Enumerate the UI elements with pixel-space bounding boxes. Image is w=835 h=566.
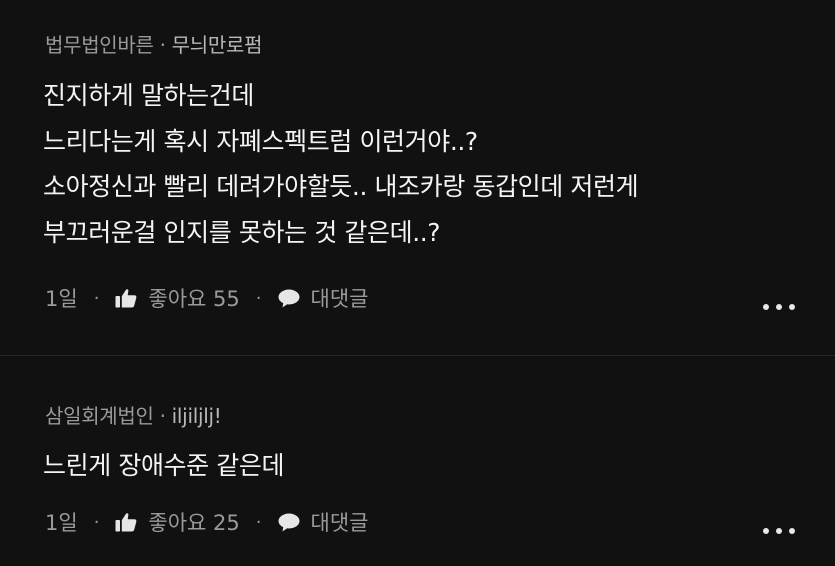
like-count: 좋아요 25 (148, 511, 240, 535)
like-button[interactable]: 좋아요 25 (115, 507, 240, 537)
thumbs-up-icon (115, 513, 137, 532)
meta-separator: · (255, 511, 262, 533)
comment-line: 느린게 장애수준 같은데 (43, 451, 285, 480)
comment-author[interactable]: 법무법인바른 · 무늬만로펌 (45, 29, 262, 58)
comment-time: 1일 (45, 511, 78, 535)
like-button[interactable]: 좋아요 55 (115, 283, 240, 313)
more-dot (776, 528, 782, 534)
comment-body: 느린게 장애수준 같은데 (43, 443, 285, 489)
comment-item: 법무법인바른 · 무늬만로펌 진지하게 말하는건데 느리다는게 혹시 자폐스펙트럼 … (0, 0, 835, 355)
comment-body: 진지하게 말하는건데 느리다는게 혹시 자폐스펙트럼 이런거야..? 소아정신과… (43, 73, 639, 255)
comment-meta: 1일 · 좋아요 25 · 대댓글 (45, 507, 368, 537)
more-dot (789, 528, 795, 534)
like-count: 좋아요 55 (148, 287, 240, 311)
comment-time: 1일 (45, 287, 78, 311)
more-dot (763, 528, 769, 534)
comment-line: 진지하게 말하는건데 (43, 81, 254, 110)
author-nickname[interactable]: 무늬만로펌 (172, 33, 263, 57)
comment-meta: 1일 · 좋아요 55 · 대댓글 (45, 283, 368, 313)
reply-label: 대댓글 (310, 511, 369, 535)
author-separator: · (159, 404, 166, 428)
author-separator: · (159, 33, 166, 57)
author-company: 삼일회계법인 (45, 404, 154, 428)
author-nickname[interactable]: iljiljlj! (172, 404, 222, 428)
reply-label: 대댓글 (310, 287, 369, 311)
comment-line: 부끄러운걸 인지를 못하는 것 같은데..? (43, 217, 441, 247)
more-dot (789, 304, 795, 310)
comment-item: 삼일회계법인 · iljiljlj! 느린게 장애수준 같은데 1일 · 좋아요 2… (0, 356, 835, 566)
more-options-button[interactable] (763, 523, 795, 539)
author-company: 법무법인바른 (45, 33, 154, 57)
speech-bubble-icon (278, 289, 300, 307)
comment-line: 소아정신과 빨리 데려가야할듯.. 내조카랑 동갑인데 저런게 (43, 172, 639, 201)
thumbs-up-icon (115, 289, 137, 308)
speech-bubble-icon (278, 513, 300, 531)
comment-author[interactable]: 삼일회계법인 · iljiljlj! (45, 400, 222, 429)
more-options-button[interactable] (763, 299, 795, 315)
reply-button[interactable]: 대댓글 (278, 507, 369, 537)
meta-separator: · (255, 287, 262, 309)
more-dot (776, 304, 782, 310)
meta-separator: · (93, 287, 100, 309)
comment-line: 느리다는게 혹시 자폐스펙트럼 이런거야..? (43, 126, 478, 156)
meta-separator: · (93, 511, 100, 533)
reply-button[interactable]: 대댓글 (278, 283, 369, 313)
more-dot (763, 304, 769, 310)
